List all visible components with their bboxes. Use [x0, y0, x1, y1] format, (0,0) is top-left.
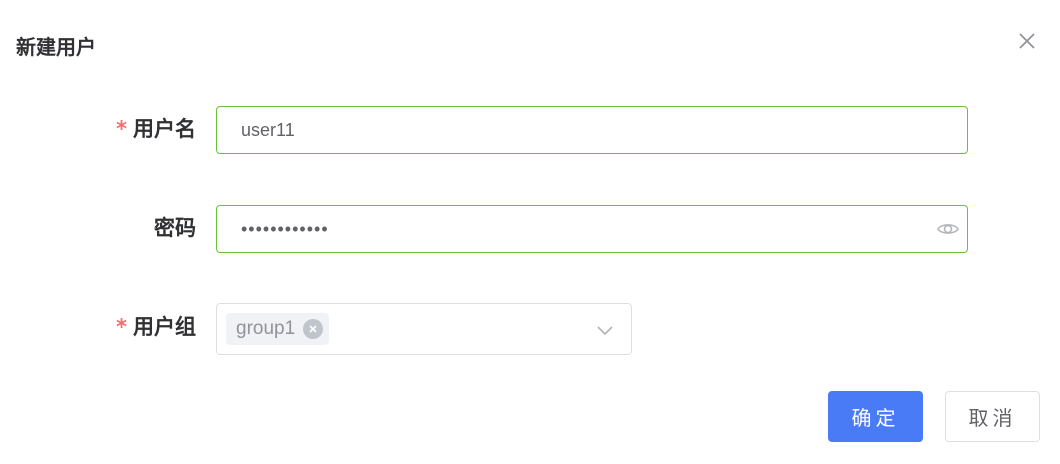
required-mark: * — [116, 315, 127, 339]
user-group-label: * 用户组 — [116, 313, 196, 341]
user-group-label-text: 用户组 — [133, 315, 196, 339]
required-mark: * — [116, 117, 127, 141]
eye-icon — [937, 224, 959, 234]
username-form-item: * 用户名 — [0, 106, 1060, 154]
cancel-button[interactable]: 取消 — [945, 391, 1040, 442]
tag-remove-button[interactable] — [303, 319, 324, 339]
dialog-title: 新建用户 — [16, 35, 96, 59]
selected-tag-group1: group1 — [226, 313, 330, 345]
close-button[interactable] — [1014, 28, 1040, 54]
toggle-password-visibility[interactable] — [936, 217, 960, 241]
circle-x-icon — [309, 325, 317, 333]
username-label: * 用户名 — [116, 115, 196, 143]
password-form-item: 密码 — [0, 205, 1060, 253]
user-group-form-item: * 用户组 group1 — [0, 303, 1060, 355]
username-input[interactable] — [216, 106, 968, 154]
password-label: 密码 — [154, 216, 196, 240]
password-field — [216, 205, 968, 253]
close-icon — [1019, 33, 1035, 49]
chevron-down-icon — [597, 326, 613, 336]
user-group-select[interactable]: group1 — [216, 303, 632, 355]
password-input[interactable] — [216, 205, 968, 253]
tag-label: group1 — [236, 318, 296, 339]
username-label-text: 用户名 — [133, 117, 196, 141]
dropdown-toggle[interactable] — [595, 320, 615, 340]
new-user-dialog: 新建用户 *用户名 密码 *用户组 — [0, 0, 1060, 464]
confirm-button[interactable]: 确定 — [828, 391, 923, 442]
